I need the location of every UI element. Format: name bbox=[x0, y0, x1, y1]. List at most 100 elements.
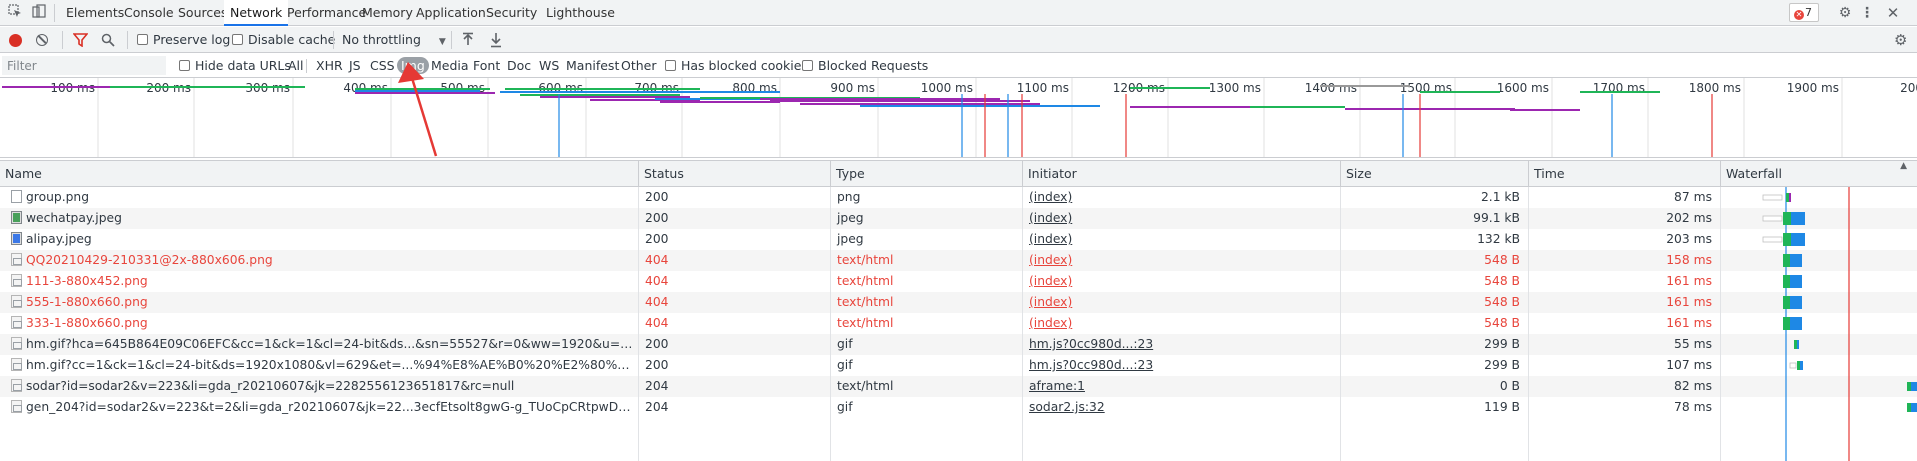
tab-console[interactable]: Console bbox=[124, 0, 174, 26]
has-blocked-cookies-checkbox[interactable]: Has blocked cookies bbox=[665, 54, 808, 77]
name-text: 555-1-880x660.png bbox=[26, 295, 148, 309]
device-toolbar-icon[interactable] bbox=[30, 4, 48, 22]
error-count-badge[interactable]: ✕ 7 bbox=[1789, 3, 1819, 22]
record-icon[interactable] bbox=[9, 34, 22, 47]
cell-size: 99.1 kB bbox=[1342, 208, 1526, 229]
tab-memory[interactable]: Memory bbox=[362, 0, 413, 26]
cursor-select-icon[interactable] bbox=[6, 4, 24, 22]
type-filter-media[interactable]: Media bbox=[431, 54, 469, 77]
tab-performance[interactable]: Performance bbox=[287, 0, 366, 26]
tab-lighthouse[interactable]: Lighthouse bbox=[546, 0, 615, 26]
time-text: 78 ms bbox=[1674, 400, 1712, 414]
cell-initiator[interactable]: (index) bbox=[1024, 271, 1338, 292]
table-row[interactable]: hm.gif?hca=645B864E09C06EFC&cc=1&ck=1&cl… bbox=[0, 334, 1917, 355]
column-header-status[interactable]: Status bbox=[638, 161, 830, 186]
checkbox[interactable] bbox=[232, 34, 243, 45]
column-header-initiator[interactable]: Initiator bbox=[1022, 161, 1340, 186]
type-filter-xhr[interactable]: XHR bbox=[316, 54, 343, 77]
overview-request-bar bbox=[1130, 87, 1210, 89]
time-text: 158 ms bbox=[1666, 253, 1712, 267]
time-text: 107 ms bbox=[1666, 358, 1712, 372]
column-header-waterfall[interactable]: Waterfall bbox=[1720, 161, 1917, 186]
cell-initiator[interactable]: (index) bbox=[1024, 250, 1338, 271]
checkbox[interactable] bbox=[665, 60, 676, 71]
status-text: 200 bbox=[645, 211, 669, 225]
size-text: 99.1 kB bbox=[1473, 211, 1520, 225]
initiator-text: aframe:1 bbox=[1029, 379, 1085, 393]
type-filter-ws[interactable]: WS bbox=[539, 54, 559, 77]
cell-initiator[interactable]: aframe:1 bbox=[1024, 376, 1338, 397]
blocked-requests-checkbox[interactable]: Blocked Requests bbox=[802, 54, 928, 77]
image-thumbnail-icon bbox=[11, 211, 22, 224]
cell-type: png bbox=[832, 187, 1020, 208]
cell-initiator[interactable]: hm.js?0cc980d...:23 bbox=[1024, 355, 1338, 376]
cell-status: 404 bbox=[640, 313, 828, 334]
column-header-name[interactable]: Name bbox=[0, 161, 638, 186]
initiator-text: (index) bbox=[1029, 253, 1073, 267]
checkbox[interactable] bbox=[802, 60, 813, 71]
type-filter-manifest[interactable]: Manifest bbox=[566, 54, 619, 77]
overview-timeline: 100 ms200 ms300 ms400 ms500 ms600 ms700 … bbox=[2, 78, 1917, 157]
cell-initiator[interactable]: (index) bbox=[1024, 292, 1338, 313]
table-row[interactable]: QQ20210429-210331@2x-880x606.png 404 text/… bbox=[0, 250, 1917, 271]
hide-data-urls-checkbox[interactable]: Hide data URLs bbox=[179, 54, 291, 77]
cell-initiator[interactable]: (index) bbox=[1024, 229, 1338, 250]
column-header-size[interactable]: Size bbox=[1340, 161, 1528, 186]
overview-request-bar bbox=[520, 94, 680, 96]
preserve-log-checkbox[interactable]: Preserve log bbox=[137, 27, 230, 53]
checkbox[interactable] bbox=[137, 34, 148, 45]
table-row[interactable]: wechatpay.jpeg 200 jpeg (index) 99.1 kB 202 m… bbox=[0, 208, 1917, 229]
tab-security[interactable]: Security bbox=[486, 0, 537, 26]
type-filter-all[interactable]: All bbox=[288, 54, 304, 77]
status-text: 200 bbox=[645, 190, 669, 204]
disable-cache-checkbox[interactable]: Disable cache bbox=[232, 27, 335, 53]
status-text: 200 bbox=[645, 358, 669, 372]
table-row[interactable]: alipay.jpeg 200 jpeg (index) 132 kB 203 ms bbox=[0, 229, 1917, 250]
cell-initiator[interactable]: (index) bbox=[1024, 187, 1338, 208]
throttling-select[interactable]: No throttling ▼ bbox=[342, 27, 446, 53]
column-header-type[interactable]: Type bbox=[830, 161, 1022, 186]
type-filter-doc[interactable]: Doc bbox=[507, 54, 531, 77]
type-filter-other[interactable]: Other bbox=[621, 54, 657, 77]
table-row[interactable]: group.png 200 png (index) 2.1 kB 87 ms bbox=[0, 187, 1917, 208]
clear-icon[interactable] bbox=[36, 34, 48, 46]
table-row[interactable]: 555-1-880x660.png 404 text/html (index) 548 … bbox=[0, 292, 1917, 313]
tab-elements[interactable]: Elements bbox=[66, 0, 124, 26]
overview-request-bar bbox=[1420, 91, 1500, 93]
initiator-text: (index) bbox=[1029, 190, 1073, 204]
cell-initiator[interactable]: (index) bbox=[1024, 313, 1338, 334]
type-filter-js[interactable]: JS bbox=[349, 54, 361, 77]
cell-name: group.png bbox=[6, 187, 636, 208]
table-row[interactable]: 111-3-880x452.png 404 text/html (index) 548 … bbox=[0, 271, 1917, 292]
table-row[interactable]: hm.gif?cc=1&ck=1&cl=24-bit&ds=1920x1080&… bbox=[0, 355, 1917, 376]
table-row[interactable]: gen_204?id=sodar2&v=223&t=2&li=gda_r2021… bbox=[0, 397, 1917, 418]
cell-initiator[interactable]: (index) bbox=[1024, 208, 1338, 229]
filter-icon[interactable] bbox=[72, 33, 89, 50]
kebab-icon[interactable]: ⋮ bbox=[1858, 4, 1876, 22]
tab-application[interactable]: Application bbox=[416, 0, 486, 26]
tab-sources[interactable]: Sources bbox=[178, 0, 227, 26]
network-settings-gear-icon[interactable]: ⚙ bbox=[1894, 31, 1907, 49]
checkbox[interactable] bbox=[179, 60, 190, 71]
size-text: 548 B bbox=[1484, 316, 1520, 330]
overview-request-bar bbox=[355, 90, 480, 92]
gear-icon[interactable]: ⚙ bbox=[1836, 4, 1854, 22]
cell-type: jpeg bbox=[832, 229, 1020, 250]
type-filter-font[interactable]: Font bbox=[473, 54, 500, 77]
column-header-time[interactable]: Time bbox=[1528, 161, 1720, 186]
export-icon[interactable] bbox=[489, 32, 503, 51]
type-filter-img[interactable]: Img bbox=[397, 57, 429, 74]
type-filter-css[interactable]: CSS bbox=[370, 54, 395, 77]
filter-input[interactable] bbox=[2, 56, 166, 75]
cell-initiator[interactable]: sodar2.js:32 bbox=[1024, 397, 1338, 418]
table-row[interactable]: 333-1-880x660.png 404 text/html (index) 548 … bbox=[0, 313, 1917, 334]
cell-initiator[interactable]: hm.js?0cc980d...:23 bbox=[1024, 334, 1338, 355]
broken-image-icon bbox=[11, 253, 22, 266]
tab-network[interactable]: Network bbox=[224, 0, 289, 26]
network-overview[interactable]: 100 ms200 ms300 ms400 ms500 ms600 ms700 … bbox=[0, 78, 1917, 158]
close-devtools-icon[interactable]: ✕ bbox=[1884, 4, 1902, 22]
cell-type: text/html bbox=[832, 292, 1020, 313]
search-icon[interactable] bbox=[101, 33, 115, 50]
table-row[interactable]: sodar?id=sodar2&v=223&li=gda_r20210607&j… bbox=[0, 376, 1917, 397]
import-icon[interactable] bbox=[461, 32, 475, 51]
